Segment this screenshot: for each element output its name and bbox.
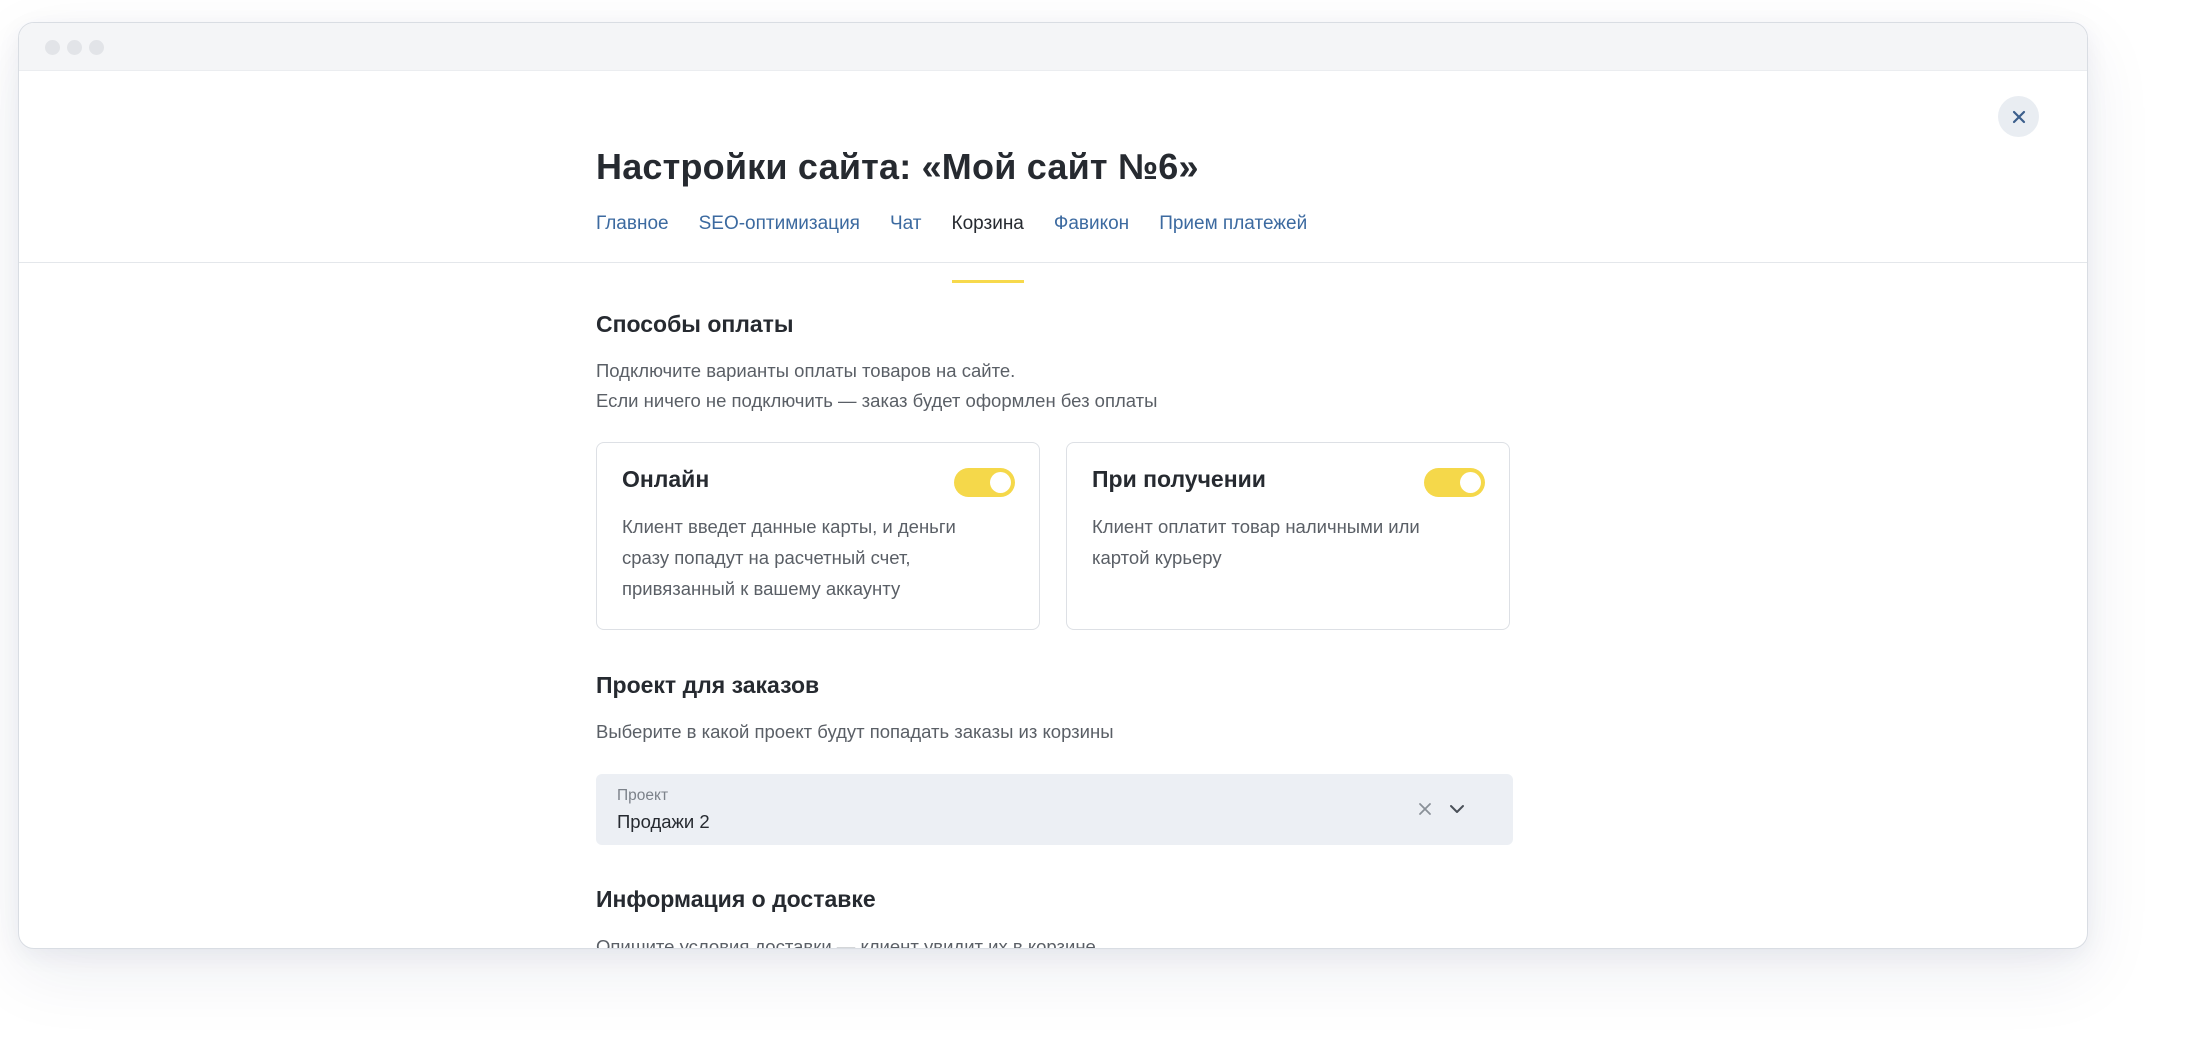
window-maximize-dot[interactable] [89, 40, 104, 55]
payment-methods-description: Подключите варианты оплаты товаров на са… [596, 356, 1157, 416]
delivery-info-description: Опишите условия доставки — клиент увидит… [596, 936, 1096, 949]
tabs-divider [19, 262, 2087, 263]
chevron-down-icon[interactable] [1447, 799, 1467, 819]
delivery-info-title: Информация о доставке [596, 886, 876, 912]
close-button[interactable] [1998, 96, 2039, 137]
settings-window: Настройки сайта: «Мой сайт №6» Главное S… [18, 22, 2088, 949]
tab-main[interactable]: Главное [596, 213, 669, 284]
window-titlebar [19, 23, 2087, 71]
payment-methods-title: Способы оплаты [596, 311, 794, 337]
project-select-value: Продажи 2 [617, 811, 710, 832]
window-minimize-dot[interactable] [67, 40, 82, 55]
project-select-label: Проект [617, 787, 669, 804]
on-delivery-payment-toggle[interactable] [1424, 468, 1485, 497]
payment-description-line1: Подключите варианты оплаты товаров на са… [596, 360, 1016, 381]
tab-seo[interactable]: SEO-оптимизация [699, 213, 860, 284]
payment-card-title: Онлайн [622, 466, 710, 492]
orders-project-description: Выберите в какой проект будут попадать з… [596, 721, 1114, 742]
tab-favicon[interactable]: Фавикон [1054, 213, 1129, 284]
window-close-dot[interactable] [45, 40, 60, 55]
toggle-knob [1460, 472, 1481, 493]
clear-icon[interactable] [1415, 799, 1435, 819]
payment-card-text: Клиент оплатит товар наличными или карто… [1092, 516, 1420, 568]
orders-project-title: Проект для заказов [596, 672, 820, 698]
tab-chat[interactable]: Чат [890, 213, 922, 284]
page-title: Настройки сайта: «Мой сайт №6» [596, 146, 1199, 187]
payment-card-text: Клиент введет данные карты, и деньги сра… [622, 516, 956, 599]
tab-cart[interactable]: Корзина [951, 213, 1025, 284]
payment-card-online: Онлайн Клиент введет данные карты, и ден… [596, 442, 1040, 630]
settings-tabs: Главное SEO-оптимизация Чат Корзина Фави… [596, 213, 1337, 284]
close-icon [2012, 110, 2025, 123]
payment-card-on-delivery: При получении Клиент оплатит товар налич… [1066, 442, 1510, 630]
toggle-knob [990, 472, 1011, 493]
payment-card-title: При получении [1092, 466, 1266, 492]
online-payment-toggle[interactable] [954, 468, 1015, 497]
tab-payments[interactable]: Прием платежей [1159, 213, 1307, 284]
payment-description-line2: Если ничего не подключить — заказ будет … [596, 390, 1158, 411]
project-select[interactable]: Проект Продажи 2 [596, 774, 1513, 845]
